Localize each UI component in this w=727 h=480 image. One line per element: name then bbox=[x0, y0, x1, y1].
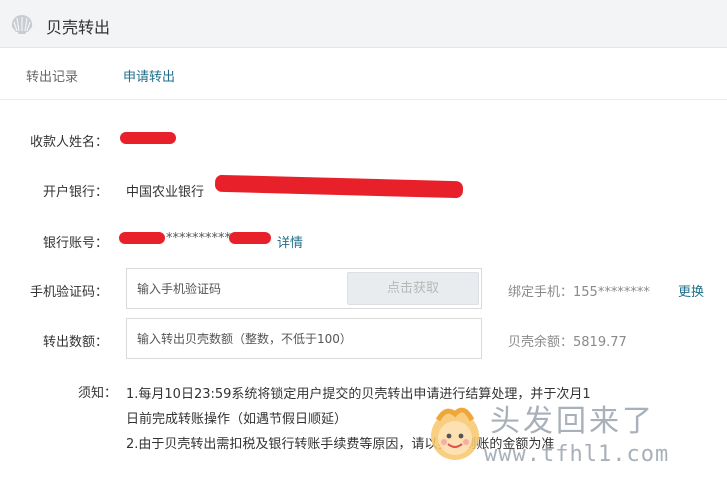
payee-name-label: 收款人姓名： bbox=[29, 135, 108, 150]
account-number: ********** bbox=[166, 231, 231, 246]
tab-transfer-records[interactable]: 转出记录 bbox=[26, 66, 78, 85]
account-label: 银行账号： bbox=[42, 236, 108, 251]
amount-input[interactable] bbox=[137, 319, 467, 358]
account-details-link[interactable]: 详情 bbox=[277, 232, 303, 251]
watermark-text: 头发回来了 bbox=[490, 404, 655, 439]
watermark: 头发回来了 www.tfhl1.com bbox=[420, 396, 726, 480]
mascot-logo bbox=[431, 407, 479, 460]
bound-phone: 绑定手机：155******** bbox=[508, 285, 650, 300]
notice-line-2: 日前完成转账操作（如遇节假日顺延） bbox=[126, 412, 348, 427]
bank-label: 开户银行： bbox=[42, 185, 108, 200]
redacted-account-suffix bbox=[229, 232, 271, 244]
amount-field bbox=[126, 318, 482, 359]
sms-code-field: 点击获取 bbox=[126, 268, 482, 309]
amount-label: 转出数额： bbox=[42, 335, 108, 350]
page-header: 贝壳转出 bbox=[0, 0, 727, 48]
bank-name: 中国农业银行 bbox=[126, 185, 205, 200]
redacted-bank-branch bbox=[214, 174, 464, 199]
get-code-button[interactable]: 点击获取 bbox=[347, 272, 479, 305]
redacted-payee-name bbox=[120, 132, 176, 144]
sms-code-label: 手机验证码： bbox=[29, 285, 108, 300]
change-phone-link[interactable]: 更换 bbox=[678, 281, 704, 300]
shell-balance: 贝壳余额：5819.77 bbox=[508, 335, 627, 350]
tab-apply-transfer[interactable]: 申请转出 bbox=[123, 66, 175, 85]
tab-bar: 转出记录 申请转出 bbox=[0, 48, 727, 100]
notice-label: 须知： bbox=[78, 386, 118, 401]
sms-code-input[interactable] bbox=[137, 269, 337, 308]
page-title: 贝壳转出 bbox=[46, 18, 111, 37]
watermark-url: www.tfhl1.com bbox=[484, 442, 670, 467]
redacted-account-prefix bbox=[119, 232, 165, 244]
shell-icon bbox=[11, 15, 33, 34]
